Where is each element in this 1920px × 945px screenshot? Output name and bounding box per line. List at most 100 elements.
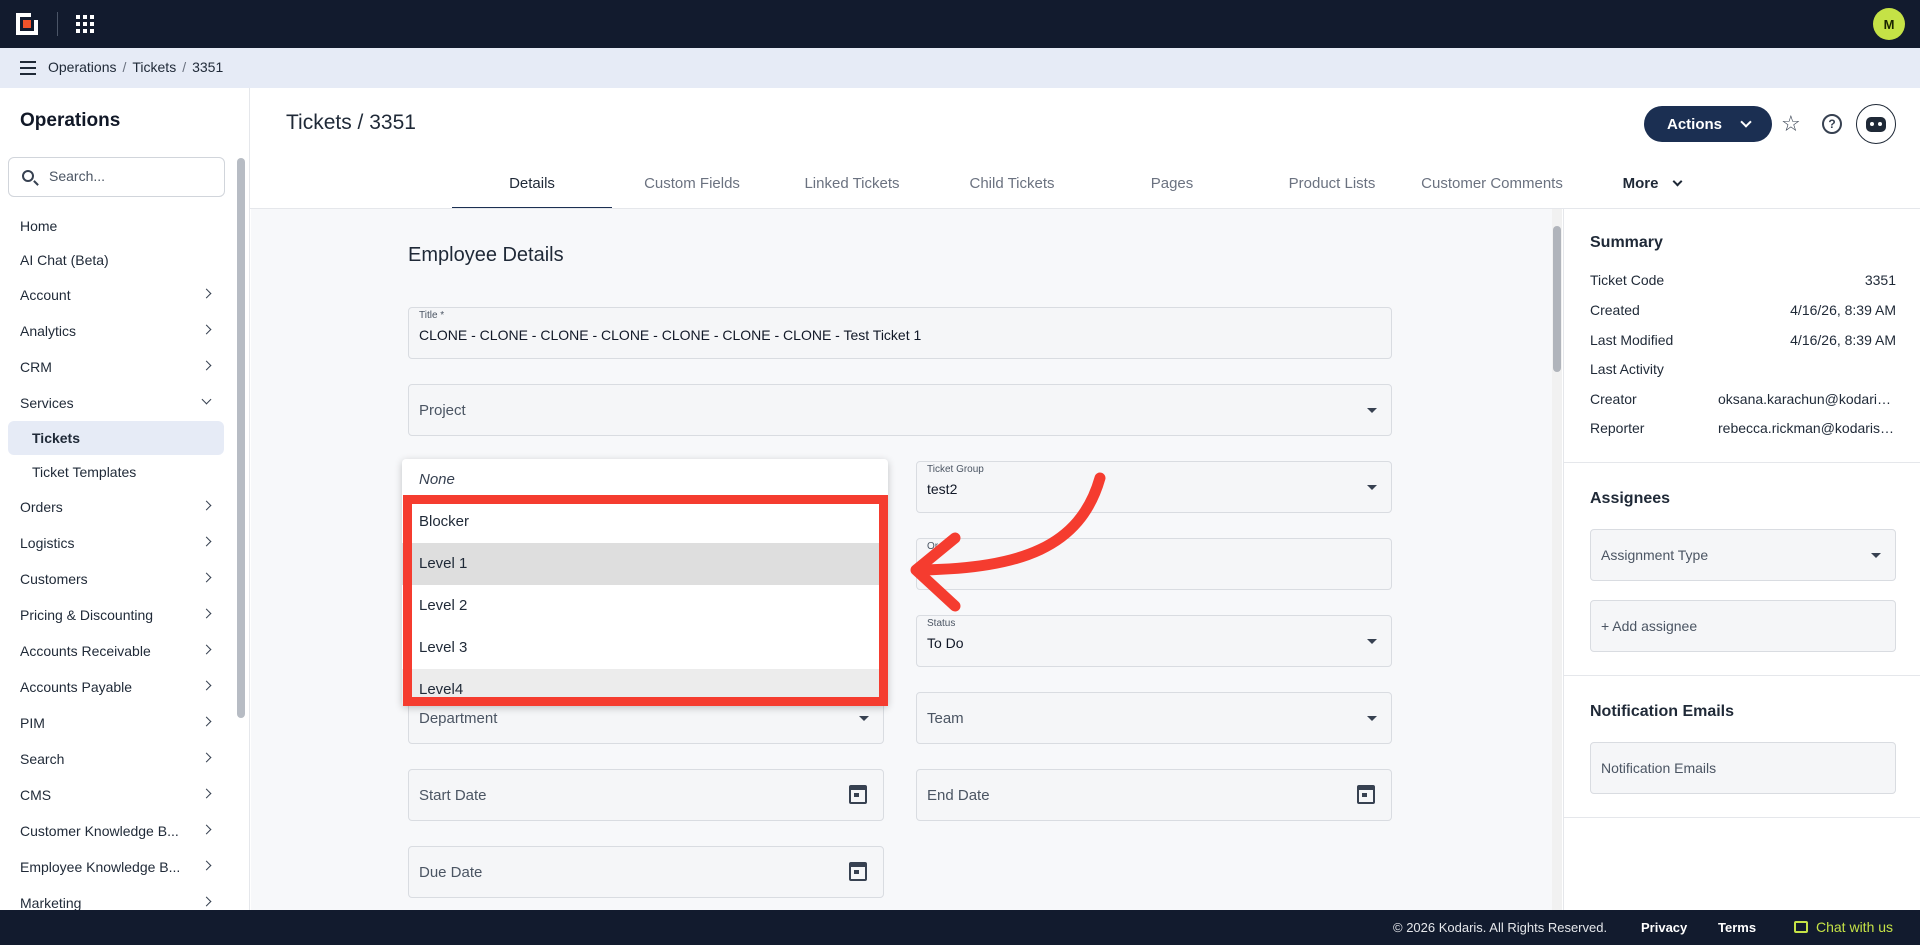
chat-with-us-button[interactable]: Chat with us: [1794, 919, 1893, 935]
sidebar-scrollbar[interactable]: [237, 158, 245, 718]
star-icon[interactable]: ☆: [1781, 113, 1801, 135]
sidebar-search[interactable]: [8, 157, 225, 197]
sidebar-item-ai-chat[interactable]: AI Chat (Beta): [0, 243, 236, 277]
notification-emails-placeholder: Notification Emails: [1601, 760, 1717, 776]
chevron-right-icon: [201, 788, 212, 799]
tab-custom-fields[interactable]: Custom Fields: [612, 163, 772, 209]
chevron-right-icon: [201, 644, 212, 655]
title-field-value: CLONE - CLONE - CLONE - CLONE - CLONE - …: [419, 327, 922, 343]
summary-row: Created 4/16/26, 8:39 AM: [1590, 302, 1896, 318]
sidebar-item-customers[interactable]: Customers: [0, 561, 236, 597]
sidebar-item-employee-kb[interactable]: Employee Knowledge B...: [0, 849, 236, 885]
robot-icon: [1866, 116, 1886, 132]
sidebar-item-label: AI Chat (Beta): [20, 252, 109, 268]
sidebar-item-label: Pricing & Discounting: [20, 607, 154, 623]
calendar-icon[interactable]: [849, 862, 867, 881]
team-select[interactable]: Team: [916, 692, 1392, 744]
summary-value: 4/16/26, 8:39 AM: [1790, 332, 1896, 348]
sidebar-item-services[interactable]: Services: [0, 385, 236, 421]
due-date-placeholder: Due Date: [419, 864, 483, 881]
sidebar-item-label: Account: [20, 287, 71, 303]
breadcrumb-bar: Operations / Tickets / 3351: [0, 48, 1920, 88]
sidebar-item-pim[interactable]: PIM: [0, 705, 236, 741]
sidebar-item-cms[interactable]: CMS: [0, 777, 236, 813]
sidebar-item-analytics[interactable]: Analytics: [0, 313, 236, 349]
sidebar-item-label: Analytics: [20, 323, 77, 339]
chevron-right-icon: [201, 500, 212, 511]
summary-key: Ticket Code: [1590, 272, 1665, 288]
menu-icon[interactable]: [20, 61, 36, 75]
tab-more-label: More: [1622, 175, 1659, 192]
breadcrumb-operations[interactable]: Operations: [48, 59, 116, 75]
panel-divider: [1564, 675, 1920, 676]
chevron-right-icon: [201, 536, 212, 547]
sidebar-item-orders[interactable]: Orders: [0, 489, 236, 525]
chevron-right-icon: [201, 824, 212, 835]
page-title: Tickets / 3351: [286, 111, 416, 134]
sidebar-item-pricing[interactable]: Pricing & Discounting: [0, 597, 236, 633]
sidebar-item-customer-kb[interactable]: Customer Knowledge B...: [0, 813, 236, 849]
breadcrumb-tickets[interactable]: Tickets: [132, 59, 176, 75]
terms-link[interactable]: Terms: [1718, 920, 1756, 935]
sidebar-item-label: Employee Knowledge B...: [20, 859, 181, 875]
chevron-down-icon: [1672, 176, 1683, 187]
tab-child-tickets[interactable]: Child Tickets: [932, 163, 1092, 209]
calendar-icon[interactable]: [849, 785, 867, 804]
assignment-type-placeholder: Assignment Type: [1601, 547, 1709, 563]
kodaris-logo-icon[interactable]: [16, 13, 38, 35]
end-date-field[interactable]: End Date: [916, 769, 1392, 821]
sidebar-item-label: CMS: [20, 787, 52, 803]
sidebar-search-input[interactable]: [49, 168, 209, 184]
sidebar-item-logistics[interactable]: Logistics: [0, 525, 236, 561]
summary-row: Ticket Code 3351: [1590, 272, 1896, 288]
sidebar-item-search[interactable]: Search: [0, 741, 236, 777]
annotation-arrow-icon: [910, 472, 1106, 612]
apps-grid-icon[interactable]: [76, 15, 94, 33]
form-scrollbar[interactable]: [1553, 226, 1561, 372]
chevron-right-icon: [201, 896, 212, 907]
status-value: To Do: [927, 635, 964, 651]
summary-row: Last Activity: [1590, 361, 1896, 377]
project-select[interactable]: Project: [408, 384, 1392, 436]
chat-icon: [1794, 921, 1808, 933]
avatar[interactable]: M: [1873, 8, 1905, 40]
sidebar-item-accounts-payable[interactable]: Accounts Payable: [0, 669, 236, 705]
tab-customer-comments[interactable]: Customer Comments: [1412, 163, 1572, 209]
start-date-field[interactable]: Start Date: [408, 769, 884, 821]
help-icon[interactable]: ?: [1822, 114, 1842, 134]
breadcrumb: Operations / Tickets / 3351: [48, 59, 223, 75]
assignment-type-select[interactable]: Assignment Type: [1590, 529, 1896, 581]
dropdown-arrow-icon: [1367, 639, 1377, 644]
tab-bar: Details Custom Fields Linked Tickets Chi…: [452, 163, 1732, 209]
summary-value: 3351: [1864, 272, 1896, 288]
sidebar-item-ticket-templates[interactable]: Ticket Templates: [0, 455, 236, 489]
tab-more[interactable]: More: [1572, 163, 1732, 209]
title-field[interactable]: Title * CLONE - CLONE - CLONE - CLONE - …: [408, 307, 1392, 359]
calendar-icon[interactable]: [1357, 785, 1375, 804]
chevron-right-icon: [201, 288, 212, 299]
summary-value: oksana.karachun@kodaris.com: [1718, 391, 1896, 407]
tab-pages[interactable]: Pages: [1092, 163, 1252, 209]
sidebar-item-crm[interactable]: CRM: [0, 349, 236, 385]
sidebar-item-label: Customer Knowledge B...: [20, 823, 179, 839]
add-assignee-button[interactable]: + Add assignee: [1590, 600, 1896, 652]
sidebar-item-account[interactable]: Account: [0, 277, 236, 313]
sidebar-item-accounts-receivable[interactable]: Accounts Receivable: [0, 633, 236, 669]
search-icon: [22, 170, 34, 182]
summary-row: Last Modified 4/16/26, 8:39 AM: [1590, 332, 1896, 348]
notification-emails-field[interactable]: Notification Emails: [1590, 742, 1896, 794]
title-field-label: Title *: [419, 310, 445, 321]
sidebar-item-tickets[interactable]: Tickets: [8, 421, 224, 455]
sidebar-item-label: CRM: [20, 359, 52, 375]
ai-assistant-button[interactable]: [1856, 104, 1896, 144]
sidebar-item-home[interactable]: Home: [0, 209, 236, 243]
add-assignee-label: + Add assignee: [1601, 618, 1698, 634]
tab-details[interactable]: Details: [452, 163, 612, 209]
tab-product-lists[interactable]: Product Lists: [1252, 163, 1412, 209]
privacy-link[interactable]: Privacy: [1641, 920, 1687, 935]
tab-linked-tickets[interactable]: Linked Tickets: [772, 163, 932, 209]
actions-button[interactable]: Actions: [1644, 106, 1772, 142]
summary-key: Last Activity: [1590, 361, 1664, 377]
end-date-placeholder: End Date: [927, 787, 990, 804]
due-date-field[interactable]: Due Date: [408, 846, 884, 898]
